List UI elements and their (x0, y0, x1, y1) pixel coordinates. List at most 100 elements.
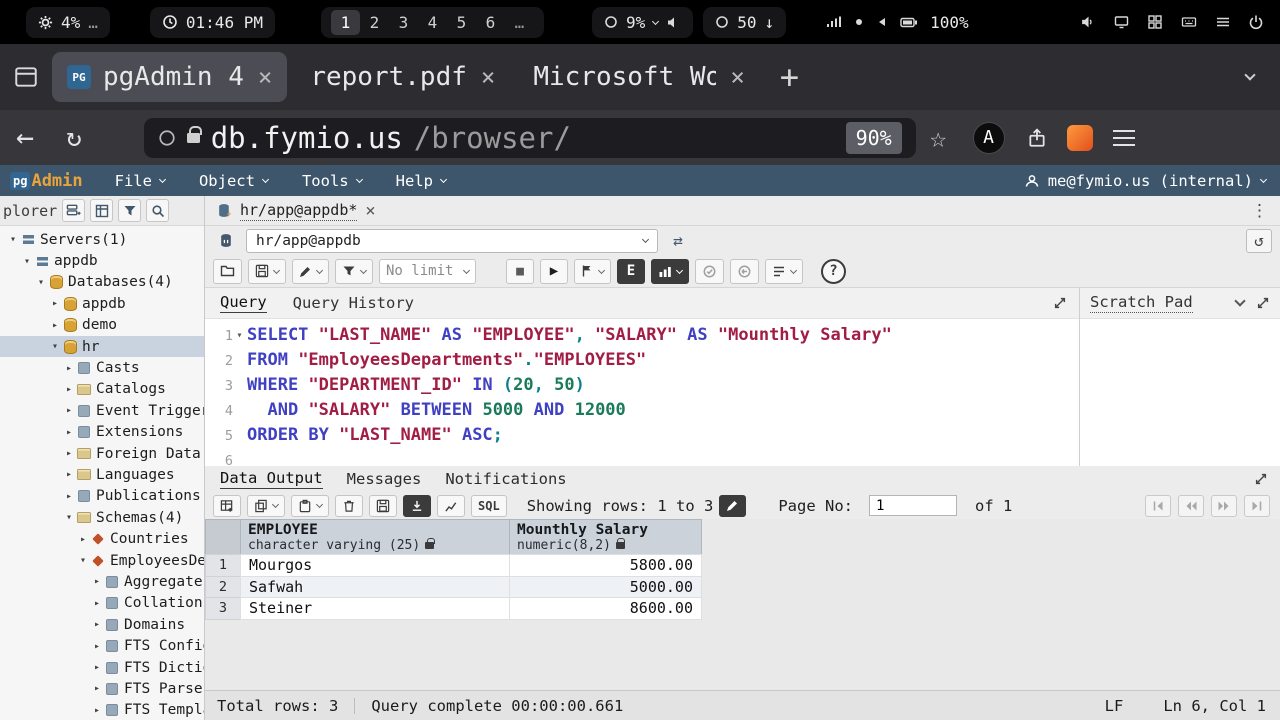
code-fold-arrow[interactable]: ▾ (233, 330, 246, 341)
dependencies-button[interactable] (90, 199, 113, 222)
tree-item-extensions[interactable]: ▸Extensions (0, 422, 204, 443)
tab-list-chevron-icon[interactable] (1244, 69, 1255, 80)
tree-item-publications[interactable]: ▸Publications (0, 486, 204, 507)
sql-line[interactable]: SELECT "LAST_NAME" AS "EMPLOYEE", "SALAR… (247, 323, 1079, 348)
paste-button[interactable] (291, 495, 329, 517)
tree-expand-arrow[interactable]: ▾ (62, 512, 76, 523)
graph-visualiser-button[interactable] (437, 495, 465, 517)
tree-expand-arrow[interactable]: ▸ (90, 662, 104, 673)
keyboard-icon[interactable] (1180, 14, 1198, 30)
tree-item-schemas-4-[interactable]: ▾Schemas(4) (0, 507, 204, 528)
first-page-button[interactable] (1145, 495, 1171, 517)
workspace-4[interactable]: 4 (418, 10, 447, 35)
cell-employee[interactable]: Mourgos (240, 554, 510, 577)
extension-icon[interactable] (1067, 125, 1093, 151)
workspace-5[interactable]: 5 (447, 10, 476, 35)
tree-expand-arrow[interactable]: ▸ (62, 363, 76, 374)
tree-expand-arrow[interactable]: ▸ (90, 683, 104, 694)
sql-button[interactable]: SQL (471, 495, 507, 517)
cell-salary[interactable]: 5800.00 (509, 554, 702, 577)
add-row-button[interactable] (213, 495, 241, 517)
power-icon[interactable] (1248, 14, 1264, 30)
tab-messages[interactable]: Messages (347, 470, 422, 488)
tree-expand-arrow[interactable]: ▸ (62, 384, 76, 395)
url-bar[interactable]: db.fymio.us/browser/ 90% (144, 118, 916, 158)
tree-expand-arrow[interactable]: ▸ (90, 619, 104, 630)
tree-expand-arrow[interactable]: ▸ (90, 598, 104, 609)
expand-icon[interactable] (1254, 472, 1268, 486)
open-file-button[interactable] (213, 259, 242, 284)
tree-item-fts-parsers[interactable]: ▸FTS Parsers (0, 678, 204, 699)
page-no-input[interactable] (869, 495, 957, 516)
workspace-2[interactable]: 2 (360, 10, 389, 35)
copy-button[interactable] (247, 495, 285, 517)
workspace-6[interactable]: 6 (476, 10, 505, 35)
row-number[interactable]: 3 (205, 597, 241, 620)
menu-icon[interactable] (1215, 14, 1231, 30)
filter-button[interactable] (118, 199, 141, 222)
tree-item-fts-dictionaries[interactable]: ▸FTS Dictionaries (0, 657, 204, 678)
panel-menu-icon[interactable]: ⋮ (1251, 201, 1268, 221)
tree-expand-arrow[interactable]: ▸ (62, 427, 76, 438)
delete-row-button[interactable] (335, 495, 363, 517)
tree-item-foreign-data-wrappers[interactable]: ▸Foreign Data Wrappers (0, 443, 204, 464)
chevron-down-icon[interactable] (790, 266, 797, 273)
chevron-down-icon[interactable] (598, 266, 605, 273)
explain-button[interactable]: E (617, 259, 645, 284)
chevron-down-icon[interactable] (272, 501, 279, 508)
close-tab-icon[interactable]: × (730, 63, 744, 91)
close-icon[interactable]: × (365, 201, 375, 221)
sql-line[interactable]: AND "SALARY" BETWEEN 5000 AND 12000 (247, 398, 1079, 423)
tree-item-hr[interactable]: ▾hr (0, 336, 204, 357)
prev-page-button[interactable] (1178, 495, 1204, 517)
account-menu[interactable]: me@fymio.us (internal) (1024, 172, 1266, 190)
reader-extension-icon[interactable]: A (973, 122, 1005, 154)
save-button[interactable] (248, 259, 286, 284)
page-info-icon[interactable] (158, 129, 176, 147)
tab-notifications[interactable]: Notifications (445, 470, 566, 488)
tree-item-employeesdepartments[interactable]: ▾EmployeesDepartments (0, 550, 204, 571)
cell-employee[interactable]: Steiner (240, 597, 510, 620)
tree-item-languages[interactable]: ▸Languages (0, 464, 204, 485)
add-server-button[interactable] (62, 199, 85, 222)
display-icon[interactable] (1113, 14, 1130, 30)
tabs-overview-button[interactable] (8, 59, 44, 95)
tree-expand-arrow[interactable]: ▸ (62, 448, 76, 459)
tree-expand-arrow[interactable]: ▸ (62, 491, 76, 502)
tab-query[interactable]: Query (220, 293, 267, 313)
query-tool-tab[interactable]: hr/app@appdb* × (217, 201, 376, 221)
tree-expand-arrow[interactable]: ▸ (90, 641, 104, 652)
execute-button[interactable]: ▶ (540, 259, 568, 284)
search-button[interactable] (146, 199, 169, 222)
tree-item-event-triggers[interactable]: ▸Event Triggers (0, 400, 204, 421)
browser-tab-pgadmin[interactable]: PG pgAdmin 4 × (52, 52, 287, 102)
tree-expand-arrow[interactable]: ▸ (48, 320, 62, 331)
tree-expand-arrow[interactable]: ▸ (62, 405, 76, 416)
sql-editor[interactable]: 1▾23456 SELECT "LAST_NAME" AS "EMPLOYEE"… (205, 319, 1079, 466)
reload-button[interactable]: ↻ (66, 123, 82, 153)
execute-options-button[interactable] (574, 259, 611, 284)
chevron-down-icon[interactable] (316, 501, 323, 508)
chevron-down-icon[interactable] (316, 266, 323, 273)
lock-icon[interactable] (187, 133, 200, 143)
edit-rows-button[interactable] (719, 495, 746, 517)
row-number[interactable]: 2 (205, 576, 241, 599)
zoom-badge[interactable]: 90% (846, 122, 902, 154)
tree-item-collations[interactable]: ▸Collations (0, 593, 204, 614)
workspace-switcher[interactable]: 123456… (321, 7, 544, 38)
edit-button[interactable] (292, 259, 329, 284)
browser-tab-report[interactable]: report.pdf × (295, 52, 510, 102)
tree-item-countries[interactable]: ▸Countries (0, 528, 204, 549)
next-page-button[interactable] (1211, 495, 1237, 517)
expand-icon[interactable] (1053, 296, 1067, 310)
share-icon[interactable] (1027, 128, 1047, 148)
windows-icon[interactable] (1147, 14, 1163, 30)
restore-layout-button[interactable]: ↺ (1246, 229, 1272, 253)
menu-file[interactable]: File (115, 172, 165, 190)
new-connection-button[interactable]: ⇄ (665, 229, 691, 253)
close-tab-icon[interactable]: × (481, 63, 495, 91)
cell-employee[interactable]: Safwah (240, 576, 510, 599)
column-header-1[interactable]: EMPLOYEEcharacter varying (25) (240, 519, 510, 555)
help-button[interactable]: ? (821, 259, 846, 284)
sql-line[interactable] (247, 448, 1079, 466)
